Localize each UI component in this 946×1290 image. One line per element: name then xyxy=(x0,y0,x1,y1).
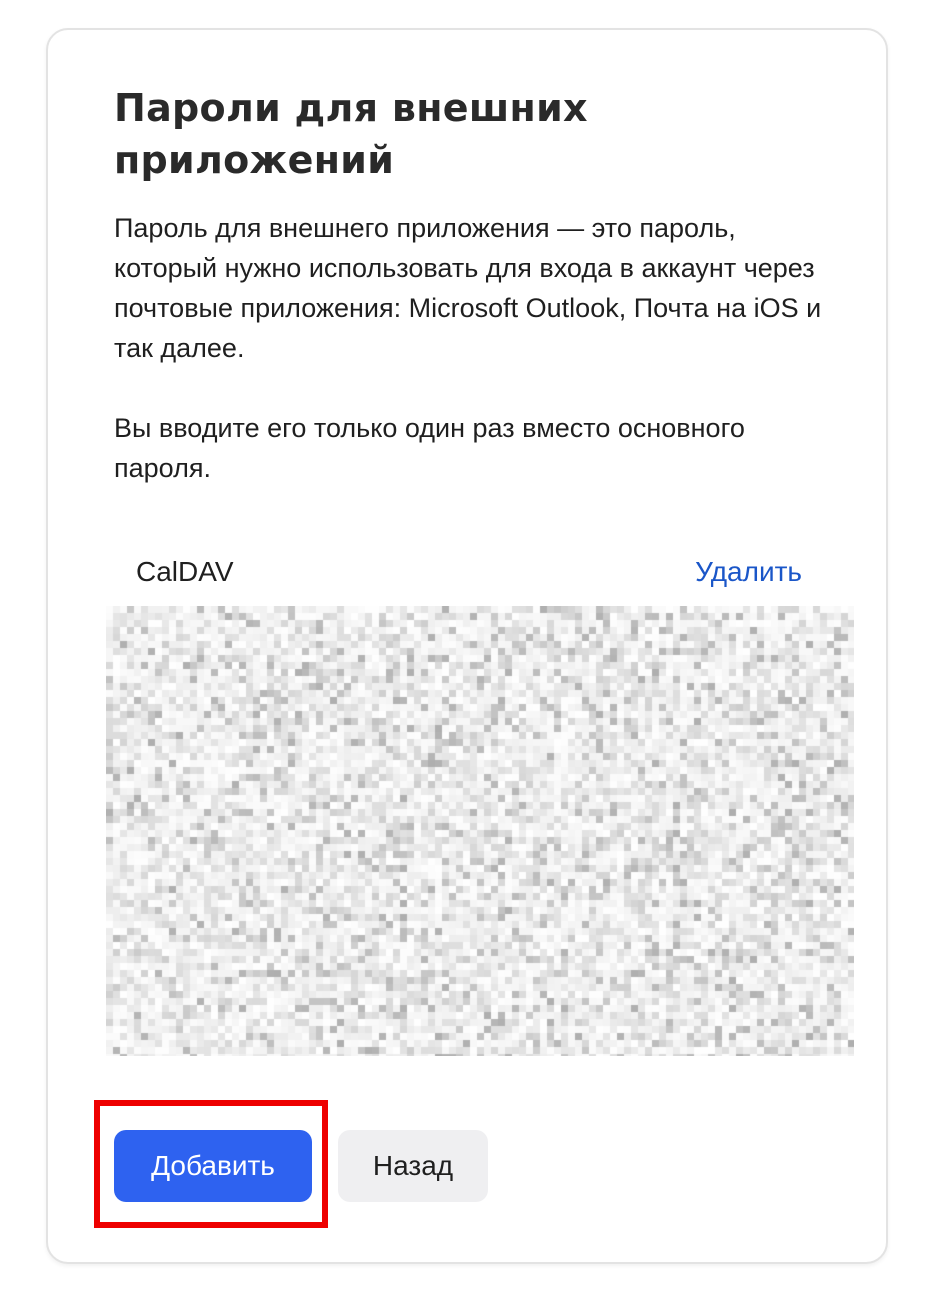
app-password-name: CalDAV xyxy=(136,556,234,587)
app-passwords-card: Пароли для внешних приложений Пароль для… xyxy=(46,28,888,1264)
back-button[interactable]: Назад xyxy=(338,1130,488,1202)
pixelated-redaction-image xyxy=(106,606,854,1056)
highlight-annotation-box xyxy=(94,1100,328,1228)
app-password-row: CalDAV Удалить xyxy=(136,550,802,594)
redacted-password-area xyxy=(106,606,854,1056)
delete-link[interactable]: Удалить xyxy=(695,550,802,594)
page-title: Пароли для внешних приложений xyxy=(114,86,588,182)
note-text: Вы вводите его только один раз вместо ос… xyxy=(114,413,745,483)
description-text: Пароль для внешнего приложения — это пар… xyxy=(114,213,822,363)
